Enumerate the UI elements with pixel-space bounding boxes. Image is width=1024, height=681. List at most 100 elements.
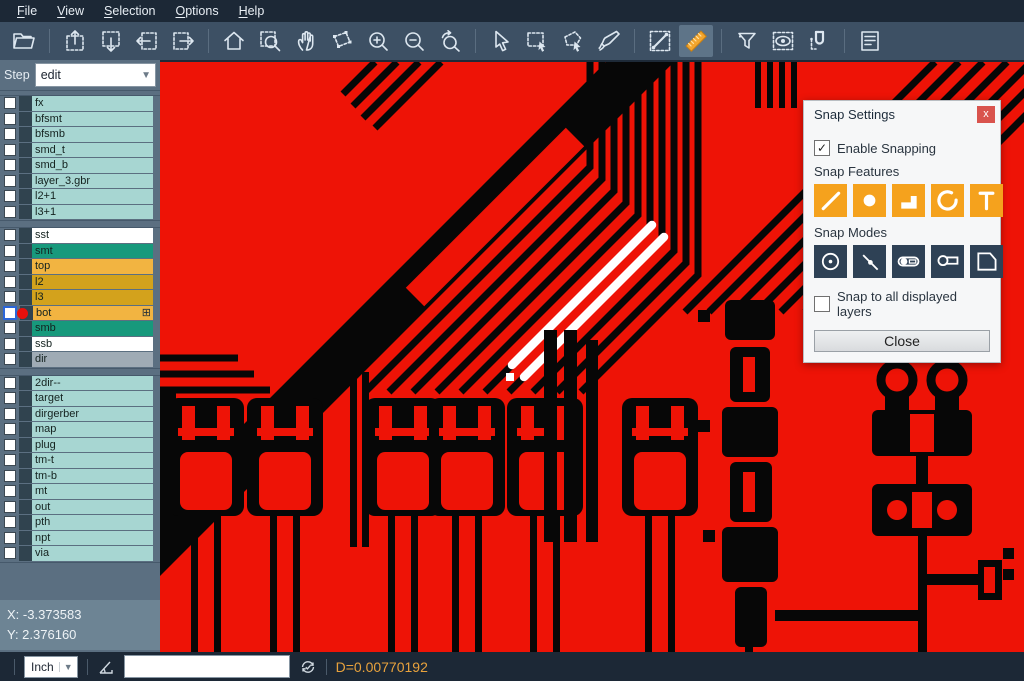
layer-label[interactable]: bfsmb [32,127,153,142]
units-select[interactable]: Inch ▼ [24,656,78,678]
layer-row[interactable]: dir [0,352,160,367]
measure-distance-button[interactable] [643,25,677,57]
layer-row[interactable]: smt [0,244,160,259]
layer-label[interactable]: bfsmt [32,112,153,127]
layer-visibility-checkbox[interactable] [4,547,16,559]
select-polygon-button[interactable] [556,25,590,57]
layer-row[interactable]: tm-b [0,469,160,484]
layer-label[interactable]: ssb [32,337,153,352]
layer-visibility-checkbox[interactable] [4,276,16,288]
layer-row[interactable]: top [0,259,160,274]
select-brush-button[interactable] [592,25,626,57]
layer-label[interactable]: top [32,259,153,274]
layer-label[interactable]: pth [32,515,153,530]
layer-grid-icon[interactable]: ⊞ [142,306,151,320]
layer-visibility-checkbox[interactable] [4,206,16,218]
zoom-in-button[interactable] [361,25,395,57]
layer-visibility-checkbox[interactable] [4,470,16,482]
layer-label[interactable]: smb [32,321,153,336]
layer-visibility-checkbox[interactable] [4,159,16,171]
layer-row[interactable]: npt [0,531,160,546]
snap-mode-padstack-outline-button[interactable] [931,245,964,278]
layer-visibility-checkbox[interactable] [4,260,16,272]
snap-mode-midpoint-button[interactable] [853,245,886,278]
layer-label[interactable]: fx [32,96,153,111]
menu-file[interactable]: File [8,2,46,20]
layer-label[interactable]: dir [32,352,153,367]
pan-left-button[interactable] [130,25,164,57]
close-button[interactable]: Close [814,330,990,352]
dialog-title-bar[interactable]: Snap Settings x [804,101,1000,127]
snap-feature-surface-button[interactable] [892,184,925,217]
layer-row[interactable]: target [0,391,160,406]
layer-row[interactable]: sst [0,228,160,243]
layer-row[interactable]: l2 [0,275,160,290]
layer-label[interactable]: target [32,391,153,406]
layer-row[interactable]: l2+1 [0,189,160,204]
layer-label[interactable]: npt [32,531,153,546]
layer-visibility-checkbox[interactable] [4,245,16,257]
snap-feature-line-button[interactable] [814,184,847,217]
layer-visibility-checkbox[interactable] [3,306,17,320]
layer-label[interactable]: dirgerber [32,407,153,422]
layer-visibility-checkbox[interactable] [4,97,16,109]
zoom-area-button[interactable] [253,25,287,57]
layer-row[interactable]: fx [0,96,160,111]
layer-label[interactable]: plug [32,438,153,453]
pan-right-button[interactable] [166,25,200,57]
layer-visibility-checkbox[interactable] [4,377,16,389]
layer-label[interactable]: smd_t [32,143,153,158]
layer-row[interactable]: bfsmt [0,112,160,127]
pan-up-button[interactable] [58,25,92,57]
zoom-out-button[interactable] [397,25,431,57]
layer-visibility-checkbox[interactable] [4,485,16,497]
layer-visibility-checkbox[interactable] [4,501,16,513]
layer-label[interactable]: l2 [32,275,153,290]
menu-options[interactable]: Options [166,2,227,20]
select-rectangle-button[interactable] [520,25,554,57]
enable-snapping-checkbox[interactable]: ✓ [814,140,830,156]
layer-label[interactable]: 2dir-- [32,376,153,391]
layer-label[interactable]: out [32,500,153,515]
home-view-button[interactable] [217,25,251,57]
layer-visibility-checkbox[interactable] [4,338,16,350]
layer-visibility-checkbox[interactable] [4,291,16,303]
snap-mode-center-button[interactable] [814,245,847,278]
pan-down-button[interactable] [94,25,128,57]
layer-visibility-checkbox[interactable] [4,113,16,125]
zoom-polygon-button[interactable] [325,25,359,57]
layer-row[interactable]: smb [0,321,160,336]
layer-label[interactable]: tm-t [32,453,153,468]
layer-label[interactable]: l2+1 [32,189,153,204]
layer-visibility-checkbox[interactable] [4,532,16,544]
layer-visibility-checkbox[interactable] [4,322,16,334]
snap-feature-arc-button[interactable] [931,184,964,217]
layer-label[interactable]: layer_3.gbr [32,174,153,189]
snap-magnet-button[interactable] [802,25,836,57]
layer-label[interactable]: l3 [32,290,153,305]
angle-measure-icon[interactable] [97,658,115,676]
layer-row[interactable]: l3+1 [0,205,160,220]
menu-selection[interactable]: Selection [95,2,164,20]
layer-label[interactable]: via [32,546,153,561]
report-list-button[interactable] [853,25,887,57]
layer-row[interactable]: bot⊞ [0,306,160,321]
menu-view[interactable]: View [48,2,93,20]
snap-mode-padstack-filled-button[interactable] [892,245,925,278]
command-input[interactable] [124,655,290,678]
layer-visibility-checkbox[interactable] [4,229,16,241]
snap-mode-contour-button[interactable] [970,245,1003,278]
layer-row[interactable]: layer_3.gbr [0,174,160,189]
layer-row[interactable]: tm-t [0,453,160,468]
layer-label[interactable]: tm-b [32,469,153,484]
ruler-button[interactable] [679,25,713,57]
select-pointer-button[interactable] [484,25,518,57]
dialog-close-icon[interactable]: x [977,106,995,123]
layer-row[interactable]: mt [0,484,160,499]
layer-row[interactable]: via [0,546,160,561]
layer-row[interactable]: dirgerber [0,407,160,422]
layer-row[interactable]: 2dir-- [0,376,160,391]
pan-hand-button[interactable] [289,25,323,57]
layer-row[interactable]: map [0,422,160,437]
step-select[interactable]: edit ▼ [35,63,156,87]
